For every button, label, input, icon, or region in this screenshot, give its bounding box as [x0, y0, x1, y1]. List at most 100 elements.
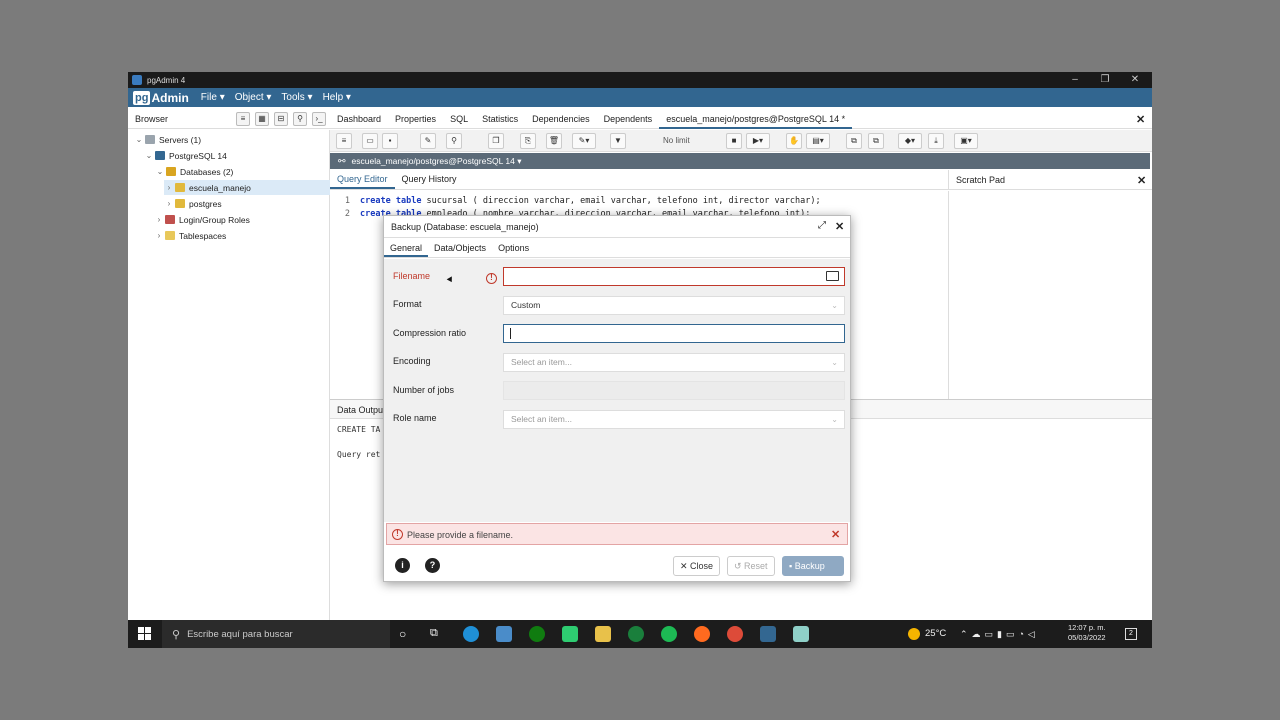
tab-dependencies[interactable]: Dependencies: [525, 109, 597, 129]
encoding-select[interactable]: Select an item... ⌄: [503, 353, 845, 372]
row-limit-select[interactable]: No limit: [663, 136, 690, 145]
spotify-icon[interactable]: [661, 626, 677, 642]
menu-tools[interactable]: Tools ▾: [281, 92, 312, 103]
tab-query-history[interactable]: Query History: [395, 170, 464, 189]
psql-terminal-icon[interactable]: ›_: [312, 112, 326, 126]
search-icon[interactable]: ⚲: [293, 112, 307, 126]
shield-icon[interactable]: [562, 626, 578, 642]
explain-analyze-icon[interactable]: ▤▾: [806, 133, 830, 149]
xbox-icon[interactable]: [529, 626, 545, 642]
notepad-icon[interactable]: [793, 626, 809, 642]
copy-icon[interactable]: ❐: [488, 133, 504, 149]
clear-icon[interactable]: ◆▾: [898, 133, 922, 149]
windows-taskbar: ⚲ Escribe aquí para buscar ○ ⧉ 25°C ⌃☁▭▮…: [128, 620, 1152, 648]
menu-toggle-icon[interactable]: ≡: [336, 133, 352, 149]
dismiss-error-icon[interactable]: ✕: [831, 528, 840, 541]
help-button[interactable]: ?: [425, 558, 440, 573]
tree-item-tablespaces[interactable]: › Tablespaces: [154, 228, 227, 243]
find-icon[interactable]: ⚲: [446, 133, 462, 149]
tab-dependents[interactable]: Dependents: [597, 109, 660, 129]
chrome-icon[interactable]: [727, 626, 743, 642]
database-icon: [175, 199, 185, 208]
menu-object[interactable]: Object ▾: [235, 92, 272, 103]
tree-item-databases[interactable]: ⌄ Databases (2): [155, 164, 234, 179]
reset-button[interactable]: ↺ Reset: [727, 556, 775, 576]
windows-start-icon[interactable]: [138, 627, 151, 640]
database-query-icon[interactable]: ≡: [236, 112, 250, 126]
code-line: 1 create table sucursal ( direccion varch…: [344, 196, 821, 206]
tab-general[interactable]: General: [384, 239, 429, 257]
close-scratch-pad-icon[interactable]: ✕: [1137, 174, 1146, 187]
tree-item-postgres[interactable]: › postgres: [164, 196, 222, 211]
close-window-button[interactable]: ✕: [1120, 72, 1150, 88]
cortana-icon[interactable]: ○: [399, 627, 406, 641]
tab-properties[interactable]: Properties: [388, 109, 443, 129]
mail-icon[interactable]: [496, 626, 512, 642]
tab-query-editor[interactable]: Query Editor: [330, 170, 395, 189]
edit-icon[interactable]: ✎: [420, 133, 436, 149]
tree-item-escuela-manejo[interactable]: › escuela_manejo: [164, 180, 330, 195]
dialog-titlebar[interactable]: Backup (Database: escuela_manejo) ⤢ ✕: [384, 216, 850, 238]
minimize-button[interactable]: –: [1060, 72, 1090, 88]
system-tray-icons[interactable]: ⌃☁▭▮▭◔◁: [960, 620, 1039, 648]
close-dialog-icon[interactable]: ✕: [835, 220, 844, 233]
maximize-button[interactable]: ❐: [1090, 72, 1120, 88]
info-button[interactable]: i: [395, 558, 410, 573]
delete-icon[interactable]: 🗑: [546, 133, 562, 149]
commit-icon[interactable]: ⧉: [846, 133, 862, 149]
tab-data-output[interactable]: Data Output: [337, 405, 386, 415]
close-tab-icon[interactable]: ✕: [1136, 113, 1145, 126]
edge-icon[interactable]: [463, 626, 479, 642]
number-of-jobs-input[interactable]: [503, 381, 845, 400]
connection-label[interactable]: escuela_manejo/postgres@PostgreSQL 14 ▾: [352, 156, 522, 167]
backup-button[interactable]: ▪ Backup: [782, 556, 844, 576]
weather-icon[interactable]: [908, 628, 920, 640]
taskbar-search-input[interactable]: ⚲ Escribe aquí para buscar: [162, 620, 390, 648]
role-name-select[interactable]: Select an item... ⌄: [503, 410, 845, 429]
download-icon[interactable]: ⤓: [928, 133, 944, 149]
compression-ratio-input[interactable]: [503, 324, 845, 343]
utorrent-icon[interactable]: [628, 626, 644, 642]
weather-temperature[interactable]: 25°C: [925, 620, 946, 648]
tab-dashboard[interactable]: Dashboard: [330, 109, 388, 129]
tab-query-tool[interactable]: escuela_manejo/postgres@PostgreSQL 14 *: [659, 109, 853, 129]
macros-icon[interactable]: ▣▾: [954, 133, 978, 149]
tree-item-login-roles[interactable]: › Login/Group Roles: [154, 212, 250, 227]
edit-dropdown-icon[interactable]: ✎▾: [572, 133, 596, 149]
clock[interactable]: 12:07 p. m. 05/03/2022: [1068, 623, 1106, 643]
save-icon[interactable]: ▪: [382, 133, 398, 149]
stop-icon[interactable]: ■: [726, 133, 742, 149]
servers-icon: [145, 135, 155, 144]
pgadmin-taskbar-icon[interactable]: [760, 626, 776, 642]
notifications-icon[interactable]: 2: [1125, 628, 1137, 640]
execute-icon[interactable]: ▶▾: [746, 133, 770, 149]
paste-icon[interactable]: ⎘: [520, 133, 536, 149]
file-explorer-icon[interactable]: [595, 626, 611, 642]
tab-sql[interactable]: SQL: [443, 109, 475, 129]
folder-icon[interactable]: [826, 271, 839, 281]
format-select[interactable]: Custom ⌄: [503, 296, 845, 315]
filter-rows-icon[interactable]: ⊟: [274, 112, 288, 126]
connection-bar[interactable]: ⚯ escuela_manejo/postgres@PostgreSQL 14 …: [330, 153, 1150, 169]
output-status: Query ret: [337, 450, 381, 459]
tree-item-postgresql[interactable]: ⌄ PostgreSQL 14: [144, 148, 227, 163]
scratch-pad[interactable]: [948, 191, 1152, 399]
open-file-icon[interactable]: ▭: [362, 133, 378, 149]
tab-options[interactable]: Options: [492, 239, 535, 257]
close-button[interactable]: ✕ Close: [673, 556, 721, 576]
chevron-down-icon: ⌄: [831, 301, 838, 310]
filter-icon[interactable]: ▼: [610, 133, 626, 149]
task-view-icon[interactable]: ⧉: [430, 627, 438, 640]
filename-input[interactable]: [503, 267, 845, 286]
rollback-icon[interactable]: ⧉: [868, 133, 884, 149]
expand-icon[interactable]: ⤢: [818, 220, 826, 231]
menu-help[interactable]: Help ▾: [323, 92, 351, 103]
menubar: pg Admin File ▾ Object ▾ Tools ▾ Help ▾: [128, 88, 1152, 107]
table-view-icon[interactable]: ▦: [255, 112, 269, 126]
tab-data-objects[interactable]: Data/Objects: [428, 239, 492, 257]
explain-icon[interactable]: ✋: [786, 133, 802, 149]
tree-item-servers[interactable]: ⌄ Servers (1): [134, 132, 201, 147]
firefox-icon[interactable]: [694, 626, 710, 642]
tab-statistics[interactable]: Statistics: [475, 109, 525, 129]
menu-file[interactable]: File ▾: [201, 92, 225, 103]
